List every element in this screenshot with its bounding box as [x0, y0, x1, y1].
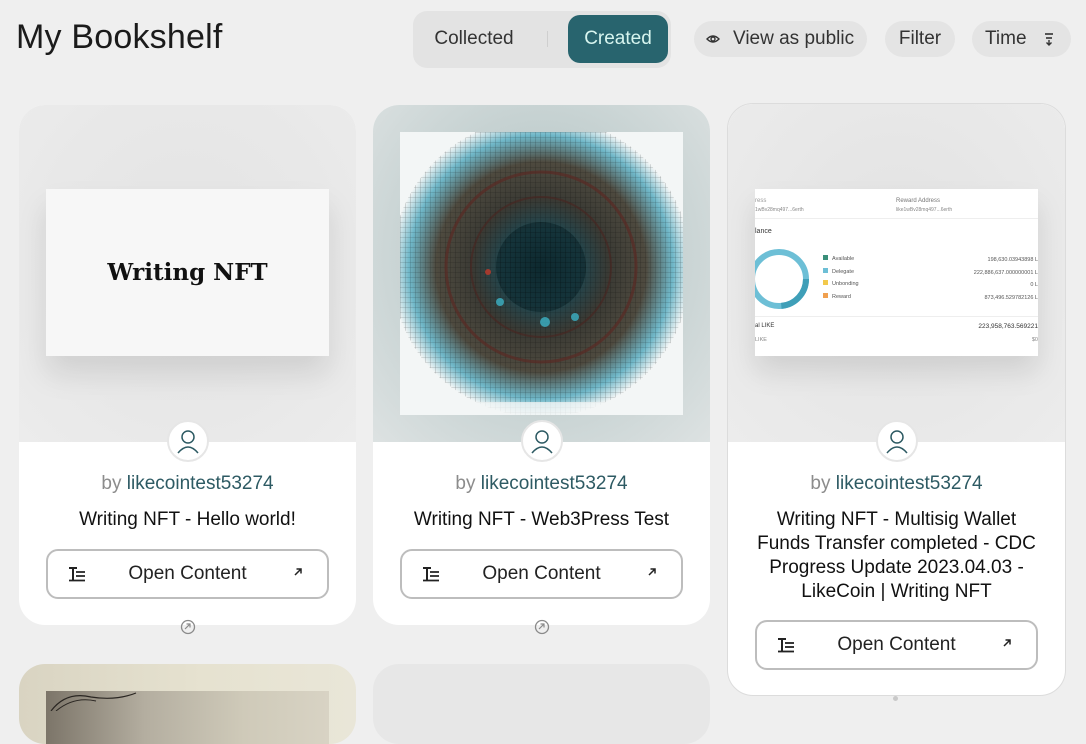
external-arrow-icon: [1003, 639, 1011, 647]
collect-icon[interactable]: [180, 619, 196, 635]
card-title: Writing NFT - Hello world!: [79, 509, 296, 530]
preview-divider: [755, 218, 1038, 219]
view-as-public-label: View as public: [733, 28, 855, 49]
nft-card[interactable]: ress Reward Address 1wBv28mq497...6erth …: [727, 103, 1066, 696]
cover-image: [391, 117, 691, 417]
cover-image: [46, 691, 329, 744]
preview-col2: Reward Address: [896, 198, 941, 204]
tab-created[interactable]: Created: [568, 15, 668, 63]
preview-sub-label: LIKE: [755, 337, 767, 343]
card-cover: ress Reward Address 1wBv28mq497...6erth …: [728, 104, 1065, 442]
nft-card[interactable]: [373, 664, 710, 744]
collect-icon[interactable]: [534, 619, 550, 635]
preview-sub-value: $0: [1031, 337, 1038, 343]
card-title-line: Writing NFT - Multisig Wallet: [776, 509, 1017, 530]
open-content-label: Open Content: [128, 563, 247, 584]
nft-card[interactable]: Writing NFT by likecointest53274 Writing…: [19, 105, 356, 625]
eye-icon: [706, 35, 720, 43]
avatar-icon: [177, 430, 199, 454]
preview-balance: lance: [755, 228, 772, 235]
open-content-button[interactable]: Open Content: [46, 549, 329, 599]
tab-divider: [547, 31, 548, 47]
author-line: by likecointest53274: [373, 473, 710, 495]
time-sort-label: Time: [985, 28, 1027, 49]
filter-button[interactable]: Filter: [885, 21, 955, 57]
card-title-line: Progress Update 2023.04.03 -: [769, 557, 1024, 578]
open-content-label: Open Content: [482, 563, 601, 584]
amount-delegate: 222,886,637.000000001 L: [973, 269, 1038, 276]
card-title: Writing NFT - Web3Press Test: [413, 509, 670, 530]
author-line: by likecointest53274: [728, 473, 1065, 495]
card-cover: [373, 105, 710, 442]
author-avatar[interactable]: [521, 420, 563, 462]
tab-collected[interactable]: Collected: [415, 15, 533, 63]
legend-unbonding: Unbonding: [823, 278, 859, 291]
preview-donut-chart: [755, 249, 809, 309]
collect-indicator: [893, 696, 898, 701]
card-title-line: LikeCoin | Writing NFT: [801, 581, 992, 602]
external-arrow-icon: [294, 568, 302, 576]
card-title-line: Funds Transfer completed - CDC: [757, 533, 1036, 554]
cover-artwork: [50, 692, 137, 712]
preview-addr1: 1wBv28mq497...6erth: [755, 207, 804, 213]
author-avatar[interactable]: [876, 420, 918, 462]
author-avatar[interactable]: [167, 420, 209, 462]
cover-image: Writing NFT: [46, 189, 329, 356]
author-link[interactable]: likecointest53274: [127, 473, 274, 494]
cover-image: ress Reward Address 1wBv28mq497...6erth …: [755, 189, 1038, 356]
preview-total-label: al LIKE: [755, 323, 775, 329]
time-sort-button[interactable]: Time: [972, 21, 1071, 57]
amount-unbonding: 0 L: [1030, 282, 1038, 288]
preview-legend: Available Delegate Unbonding Reward: [823, 253, 859, 303]
cover-artwork: [391, 117, 691, 417]
sort-icon: [1045, 33, 1053, 46]
preview-addr2: like1wBv28mq497...6erth: [896, 207, 953, 213]
legend-reward: Reward: [823, 291, 859, 304]
card-cover: Writing NFT: [19, 105, 356, 442]
external-arrow-icon: [648, 568, 656, 576]
preview-col1: ress: [755, 198, 767, 204]
amount-available: 198,630.03943898 L: [987, 257, 1038, 263]
preview-divider: [755, 316, 1038, 317]
author-link[interactable]: likecointest53274: [836, 473, 983, 494]
by-label: by: [455, 473, 476, 494]
cover-title-text: Writing NFT: [107, 259, 268, 286]
by-label: by: [810, 473, 831, 494]
open-content-button[interactable]: Open Content: [400, 549, 683, 599]
legend-delegate: Delegate: [823, 266, 859, 279]
view-as-public-button[interactable]: View as public: [694, 21, 867, 57]
open-content-button[interactable]: Open Content: [755, 620, 1038, 670]
legend-available: Available: [823, 253, 859, 266]
author-link[interactable]: likecointest53274: [481, 473, 628, 494]
preview-total-value: 223,958,763.569221: [978, 323, 1038, 330]
author-line: by likecointest53274: [19, 473, 356, 495]
avatar-icon: [886, 430, 908, 454]
avatar-icon: [531, 430, 553, 454]
amount-reward: 873,496.529782126 L: [984, 294, 1038, 301]
collection-tab-switch: Collected Created: [413, 11, 671, 68]
by-label: by: [101, 473, 122, 494]
card-title: Writing NFT - Multisig Wallet Funds Tran…: [728, 508, 1065, 604]
nft-card[interactable]: by likecointest53274 Writing NFT - Web3P…: [373, 105, 710, 625]
page-title: My Bookshelf: [16, 18, 223, 56]
open-content-label: Open Content: [837, 634, 956, 655]
preview-amounts: 198,630.03943898 L 222,886,637.000000001…: [974, 254, 1038, 304]
nft-card[interactable]: [19, 664, 356, 744]
